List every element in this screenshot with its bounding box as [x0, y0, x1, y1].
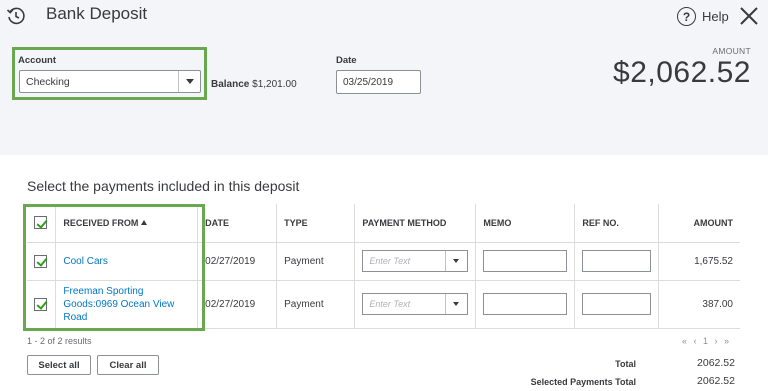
- column-header-received-from[interactable]: RECEIVED FROM: [55, 204, 199, 243]
- select-all-button[interactable]: Select all: [27, 355, 91, 375]
- selected-total-value: 2062.52: [697, 375, 735, 387]
- date-input[interactable]: 03/25/2019: [336, 70, 421, 94]
- payment-method-placeholder: Enter Text: [369, 256, 411, 266]
- chevron-down-icon[interactable]: [178, 71, 200, 92]
- select-all-checkbox-cell[interactable]: [27, 204, 57, 243]
- pagination[interactable]: « ‹ 1 › »: [682, 336, 731, 346]
- table-row: Cool Cars 02/27/2019 Payment Enter Text …: [27, 242, 740, 281]
- memo-input[interactable]: [483, 293, 568, 315]
- amount-cell: 387.00: [658, 280, 740, 329]
- column-header-payment-method: PAYMENT METHOD: [354, 204, 477, 243]
- chevron-down-icon[interactable]: [445, 294, 467, 314]
- header-checkbox[interactable]: [34, 216, 47, 230]
- payment-method-select[interactable]: Enter Text: [362, 293, 469, 315]
- help-circle-icon: ?: [677, 7, 696, 26]
- results-count: 1 - 2 of 2 results: [27, 336, 92, 346]
- row-checkbox-cell[interactable]: [27, 242, 57, 281]
- ref-no-input[interactable]: [582, 293, 652, 315]
- row-checkbox[interactable]: [34, 254, 47, 268]
- selected-total-label: Selected Payments Total: [530, 377, 636, 387]
- page-title: Bank Deposit: [46, 4, 148, 23]
- payments-table: RECEIVED FROM DATE TYPE PAYMENT METHOD M…: [27, 204, 740, 329]
- customer-link[interactable]: Freeman Sporting Goods:0969 Ocean View R…: [63, 286, 174, 323]
- column-header-type: TYPE: [276, 204, 356, 243]
- payment-method-cell: Enter Text: [354, 242, 477, 281]
- account-value: Checking: [26, 76, 70, 88]
- ref-no-cell: [574, 242, 660, 281]
- account-label: Account: [18, 55, 56, 66]
- memo-cell: [475, 242, 576, 281]
- table-header-row: RECEIVED FROM DATE TYPE PAYMENT METHOD M…: [27, 204, 740, 243]
- account-select[interactable]: Checking: [19, 70, 201, 93]
- ref-no-cell: [574, 280, 660, 329]
- total-value: 2062.52: [697, 357, 735, 369]
- table-row: Freeman Sporting Goods:0969 Ocean View R…: [27, 280, 740, 329]
- help-label: Help: [702, 9, 729, 24]
- payment-method-cell: Enter Text: [354, 280, 477, 329]
- date-cell: 02/27/2019: [197, 242, 278, 281]
- help-button[interactable]: ? Help: [677, 7, 729, 26]
- column-header-memo: MEMO: [475, 204, 576, 243]
- sort-up-icon: [141, 219, 148, 225]
- history-clock-icon[interactable]: [6, 6, 26, 26]
- payment-method-select[interactable]: Enter Text: [362, 250, 469, 272]
- column-header-ref-no: REF NO.: [574, 204, 660, 243]
- memo-cell: [475, 280, 576, 329]
- balance-value: $1,201.00: [252, 79, 297, 90]
- amount-value: $2,062.52: [613, 56, 751, 89]
- amount-cell: 1,675.52: [658, 242, 740, 281]
- received-from-cell: Cool Cars: [55, 242, 199, 281]
- ref-no-input[interactable]: [582, 250, 652, 272]
- row-checkbox-cell[interactable]: [27, 280, 57, 329]
- date-cell: 02/27/2019: [197, 280, 278, 329]
- total-label: Total: [615, 359, 636, 369]
- section-title: Select the payments included in this dep…: [27, 178, 300, 194]
- payment-method-placeholder: Enter Text: [369, 299, 411, 309]
- column-label: RECEIVED FROM: [63, 217, 139, 228]
- header-panel: Bank Deposit ? Help Account Checking Bal…: [0, 0, 768, 155]
- column-header-amount: AMOUNT: [658, 204, 740, 243]
- account-balance: Balance $1,201.00: [211, 79, 297, 90]
- clear-all-button[interactable]: Clear all: [97, 355, 159, 375]
- chevron-down-icon[interactable]: [445, 251, 467, 271]
- date-label: Date: [336, 55, 357, 66]
- column-header-date: DATE: [197, 204, 278, 243]
- type-cell: Payment: [276, 242, 356, 281]
- close-icon[interactable]: [738, 5, 760, 27]
- balance-label: Balance: [211, 79, 250, 90]
- received-from-cell: Freeman Sporting Goods:0969 Ocean View R…: [55, 280, 199, 329]
- memo-input[interactable]: [483, 250, 568, 272]
- row-checkbox[interactable]: [34, 297, 47, 311]
- amount-label: AMOUNT: [712, 46, 751, 56]
- customer-link[interactable]: Cool Cars: [63, 256, 107, 267]
- type-cell: Payment: [276, 280, 356, 329]
